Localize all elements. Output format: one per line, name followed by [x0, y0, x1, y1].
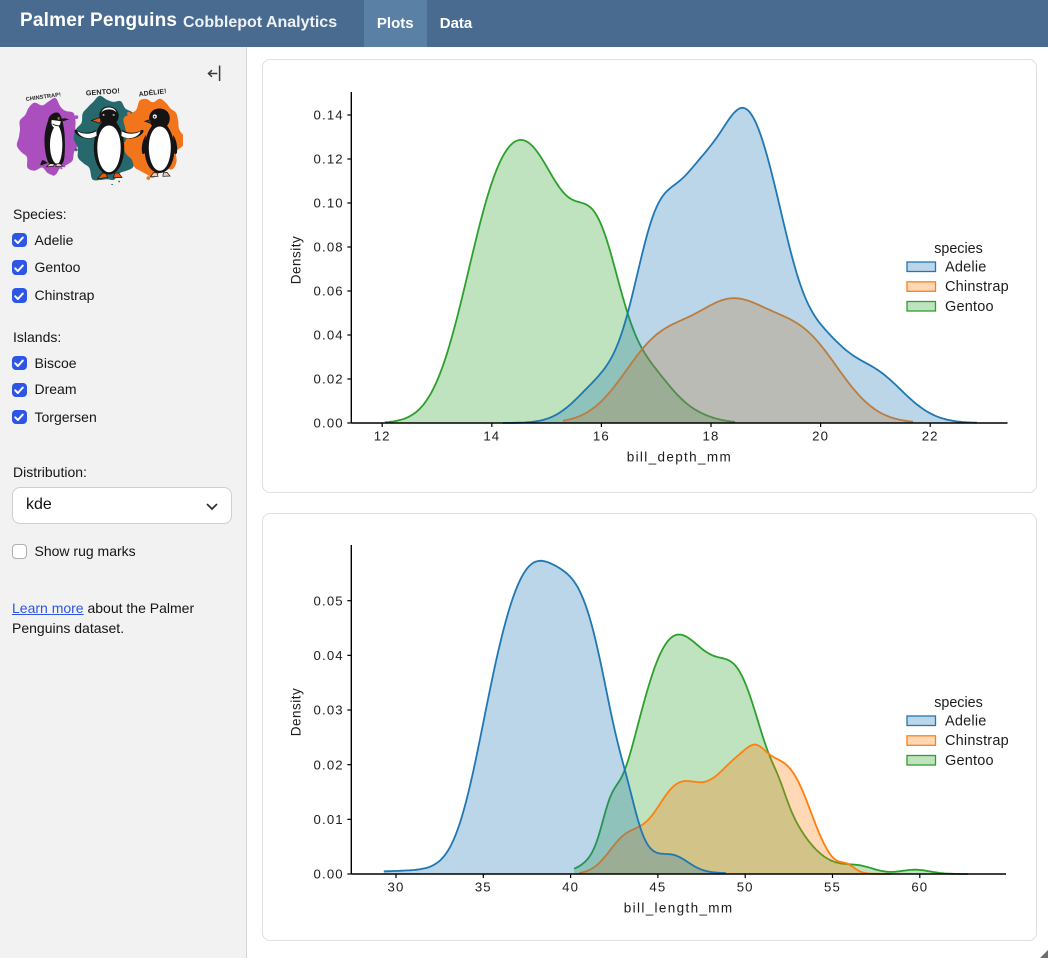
svg-text:0.02: 0.02	[314, 372, 344, 387]
svg-text:12: 12	[374, 429, 391, 444]
svg-text:bill_depth_mm: bill_depth_mm	[627, 450, 732, 465]
svg-text:ADÉLIE!: ADÉLIE!	[138, 86, 167, 98]
svg-text:Chinstrap: Chinstrap	[945, 733, 1009, 749]
svg-text:18: 18	[703, 429, 720, 444]
svg-text:50: 50	[737, 880, 754, 895]
svg-text:Adelie: Adelie	[945, 713, 987, 729]
svg-text:40: 40	[562, 880, 579, 895]
svg-text:0.04: 0.04	[314, 328, 344, 343]
svg-text:0.14: 0.14	[314, 108, 344, 123]
svg-text:30: 30	[388, 880, 405, 895]
svg-text:Adelie: Adelie	[945, 259, 987, 275]
svg-text:45: 45	[649, 880, 666, 895]
svg-text:species: species	[934, 241, 982, 257]
svg-text:22: 22	[922, 429, 939, 444]
svg-text:bill_length_mm: bill_length_mm	[624, 901, 734, 916]
svg-text:0.08: 0.08	[314, 240, 344, 255]
svg-text:0.12: 0.12	[314, 152, 344, 167]
svg-text:0.00: 0.00	[314, 867, 344, 882]
svg-text:35: 35	[475, 880, 492, 895]
svg-text:0.01: 0.01	[314, 812, 344, 827]
svg-text:0.04: 0.04	[314, 648, 344, 663]
svg-text:Gentoo: Gentoo	[945, 299, 994, 315]
svg-text:16: 16	[593, 429, 610, 444]
svg-text:0.02: 0.02	[314, 757, 344, 772]
svg-text:Density: Density	[289, 688, 304, 737]
svg-text:0.05: 0.05	[314, 593, 344, 608]
svg-text:GENTOO!: GENTOO!	[86, 86, 121, 97]
svg-text:0.00: 0.00	[314, 416, 344, 431]
svg-text:14: 14	[483, 429, 500, 444]
svg-text:20: 20	[812, 429, 829, 444]
svg-text:0.03: 0.03	[314, 703, 344, 718]
svg-text:species: species	[934, 695, 982, 711]
svg-text:55: 55	[824, 880, 841, 895]
svg-text:0.06: 0.06	[314, 284, 344, 299]
svg-text:60: 60	[911, 880, 928, 895]
svg-text:Gentoo: Gentoo	[945, 753, 994, 769]
svg-text:0.10: 0.10	[314, 196, 344, 211]
svg-text:Density: Density	[289, 236, 304, 285]
svg-text:Chinstrap: Chinstrap	[945, 279, 1009, 295]
